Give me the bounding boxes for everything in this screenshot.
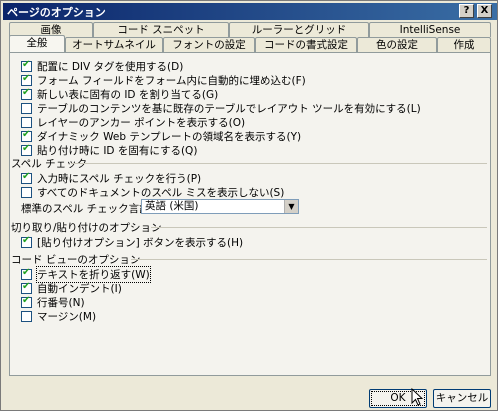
checkbox-embed-form-fields[interactable]: フォーム フィールドをフォーム内に自動的に埋め込む(F)	[21, 73, 306, 88]
tab-general[interactable]: 全般	[9, 35, 65, 52]
section-code-view: コード ビューのオプション	[11, 254, 141, 266]
chevron-down-icon[interactable]: ▼	[284, 200, 298, 213]
title-bar: ページのオプション ? X	[3, 3, 497, 20]
tab-ruler-grid[interactable]: ルーラーとグリッド	[229, 22, 369, 37]
checkbox-icon[interactable]	[21, 235, 32, 248]
checkbox-label: レイヤーのアンカー ポイントを表示する(O)	[37, 117, 246, 129]
spell-language-value: 英語 (米国)	[145, 200, 199, 212]
tab-code-snippets[interactable]: コード スニペット	[93, 22, 229, 37]
checkbox-paste-options-button[interactable]: [貼り付けオプション] ボタンを表示する(H)	[21, 235, 243, 250]
checkbox-icon[interactable]	[21, 171, 32, 184]
checkbox-auto-indent[interactable]: 自動インデント(I)	[21, 281, 122, 296]
divider	[131, 259, 487, 260]
checkbox-check-spelling-as-you-type[interactable]: 入力時にスペル チェックを行う(P)	[21, 171, 201, 186]
tab-intellisense[interactable]: IntelliSense	[369, 22, 491, 37]
checkbox-icon[interactable]	[21, 73, 32, 86]
close-button[interactable]: X	[477, 4, 492, 18]
checkbox-div-tags[interactable]: 配置に DIV タグを使用する(D)	[21, 59, 183, 74]
checkbox-icon[interactable]	[21, 129, 32, 142]
checkbox-icon[interactable]	[21, 117, 32, 128]
checkbox-line-numbers[interactable]: 行番号(N)	[21, 295, 85, 310]
divider	[151, 227, 487, 228]
checkbox-table-layout-tools[interactable]: テーブルのコンテンツを基に既存のテーブルでレイアウト ツールを有効にする(L)	[21, 101, 421, 116]
cancel-button[interactable]: キャンセル	[433, 389, 491, 408]
checkbox-label: テキストを折り返す(W)	[36, 266, 151, 283]
checkbox-label: [貼り付けオプション] ボタンを表示する(H)	[37, 237, 244, 249]
divider	[71, 163, 487, 164]
tab-authoring[interactable]: 作成	[437, 37, 491, 52]
checkbox-icon[interactable]	[21, 311, 32, 322]
checkbox-label: マージン(M)	[37, 311, 97, 323]
page-options-dialog: ページのオプション ? X 画像 コード スニペット ルーラーとグリッド Int…	[0, 0, 498, 411]
checkbox-hide-spelling-errors[interactable]: すべてのドキュメントのスペル ミスを表示しない(S)	[21, 185, 284, 200]
checkbox-icon[interactable]	[21, 267, 32, 280]
checkbox-icon[interactable]	[21, 295, 32, 308]
checkbox-label: すべてのドキュメントのスペル ミスを表示しない(S)	[37, 187, 285, 199]
checkbox-label: 新しい表に固有の ID を割り当てる(G)	[37, 89, 219, 101]
checkbox-unique-table-id[interactable]: 新しい表に固有の ID を割り当てる(G)	[21, 87, 218, 102]
checkbox-icon[interactable]	[21, 187, 32, 198]
checkbox-word-wrap[interactable]: テキストを折り返す(W)	[21, 266, 151, 283]
checkbox-icon[interactable]	[21, 103, 32, 114]
checkbox-icon[interactable]	[21, 87, 32, 100]
checkbox-icon[interactable]	[21, 281, 32, 294]
checkbox-label: テーブルのコンテンツを基に既存のテーブルでレイアウト ツールを有効にする(L)	[37, 103, 421, 115]
checkbox-icon[interactable]	[21, 59, 32, 72]
checkbox-label: 自動インデント(I)	[37, 283, 122, 295]
checkbox-icon[interactable]	[21, 143, 32, 156]
checkbox-margin[interactable]: マージン(M)	[21, 309, 96, 324]
checkbox-layer-anchor[interactable]: レイヤーのアンカー ポイントを表示する(O)	[21, 115, 245, 130]
spell-language-select[interactable]: 英語 (米国) ▼	[141, 199, 299, 214]
tab-code-formatting[interactable]: コードの書式設定	[255, 37, 357, 52]
checkbox-dwt-region-names[interactable]: ダイナミック Web テンプレートの領域名を表示する(Y)	[21, 129, 301, 144]
checkbox-label: ダイナミック Web テンプレートの領域名を表示する(Y)	[37, 131, 302, 143]
tab-auto-thumbnail[interactable]: オートサムネイル	[65, 37, 163, 52]
checkbox-label: 入力時にスペル チェックを行う(P)	[37, 173, 202, 185]
section-cut-paste: 切り取り/貼り付けのオプション	[11, 222, 162, 234]
checkbox-label: フォーム フィールドをフォーム内に自動的に埋め込む(F)	[37, 75, 306, 87]
tab-font-settings[interactable]: フォントの設定	[163, 37, 255, 52]
checkbox-label: 配置に DIV タグを使用する(D)	[37, 61, 184, 73]
mouse-cursor-icon	[411, 388, 424, 406]
window-title: ページのオプション	[7, 6, 106, 19]
checkbox-label: 行番号(N)	[37, 297, 85, 309]
tab-color-settings[interactable]: 色の設定	[357, 37, 437, 52]
help-button[interactable]: ?	[459, 4, 474, 18]
